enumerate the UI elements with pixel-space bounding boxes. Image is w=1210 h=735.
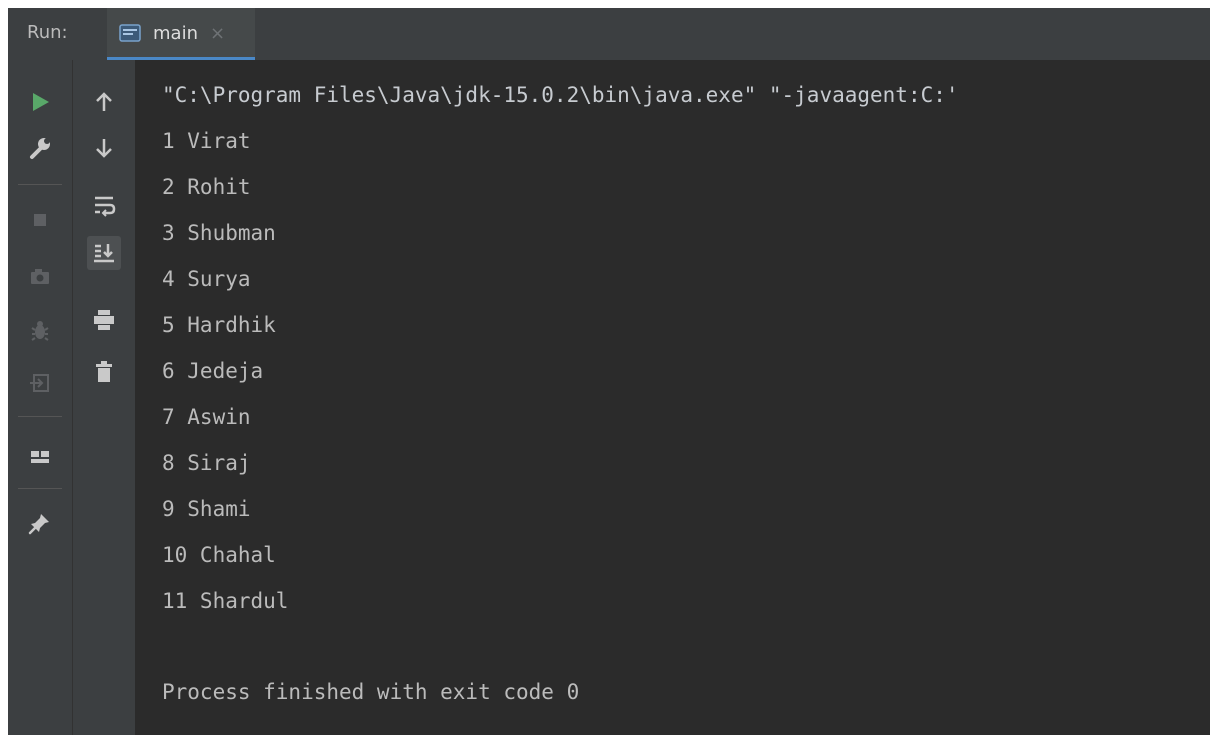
console-output-line: 6 Jedeja bbox=[162, 359, 264, 383]
tab-main[interactable]: main × bbox=[107, 8, 255, 60]
layout-icon[interactable] bbox=[23, 440, 57, 474]
console-output-line: 7 Aswin bbox=[162, 405, 251, 429]
scroll-to-end-icon[interactable] bbox=[87, 236, 121, 270]
console-output-line: 11 Shardul bbox=[162, 589, 289, 613]
debug-icon[interactable] bbox=[23, 314, 57, 348]
close-icon[interactable]: × bbox=[210, 23, 225, 45]
trash-icon[interactable] bbox=[87, 355, 121, 389]
console-output-line: 5 Hardhik bbox=[162, 313, 276, 337]
toolbar-separator bbox=[18, 416, 62, 417]
run-label: Run: bbox=[27, 22, 68, 43]
camera-icon[interactable] bbox=[23, 260, 57, 294]
console-output-line: 8 Siraj bbox=[162, 451, 251, 475]
exit-icon[interactable] bbox=[23, 366, 57, 400]
console-output-line: 9 Shami bbox=[162, 497, 251, 521]
console-command-line: "C:\Program Files\Java\jdk-15.0.2\bin\ja… bbox=[162, 83, 959, 107]
console-toolbar bbox=[73, 60, 135, 735]
soft-wrap-icon[interactable] bbox=[87, 188, 121, 222]
console-output-line: 10 Chahal bbox=[162, 543, 276, 567]
run-tool-window: Run: main × "C:\Program Files\Java\jdk-1… bbox=[8, 8, 1210, 735]
arrow-down-icon[interactable] bbox=[87, 131, 121, 165]
console-icon bbox=[119, 24, 141, 42]
run-icon[interactable] bbox=[23, 85, 57, 119]
run-tab-bar: Run: main × bbox=[8, 8, 1210, 60]
console-exit-message: Process finished with exit code 0 bbox=[162, 680, 580, 704]
arrow-up-icon[interactable] bbox=[87, 85, 121, 119]
wrench-icon[interactable] bbox=[23, 131, 57, 165]
print-icon[interactable] bbox=[87, 303, 121, 337]
tab-main-label: main bbox=[153, 23, 198, 44]
toolbar-separator bbox=[18, 184, 62, 185]
pin-icon[interactable] bbox=[23, 506, 57, 540]
console-output-line: 3 Shubman bbox=[162, 221, 276, 245]
console-output-line: 4 Surya bbox=[162, 267, 251, 291]
console-output-line: 2 Rohit bbox=[162, 175, 251, 199]
console-output[interactable]: "C:\Program Files\Java\jdk-15.0.2\bin\ja… bbox=[135, 60, 1210, 735]
console-output-line: 1 Virat bbox=[162, 129, 251, 153]
run-toolbar bbox=[8, 60, 73, 735]
toolbar-separator bbox=[18, 488, 62, 489]
stop-icon[interactable] bbox=[23, 203, 57, 237]
